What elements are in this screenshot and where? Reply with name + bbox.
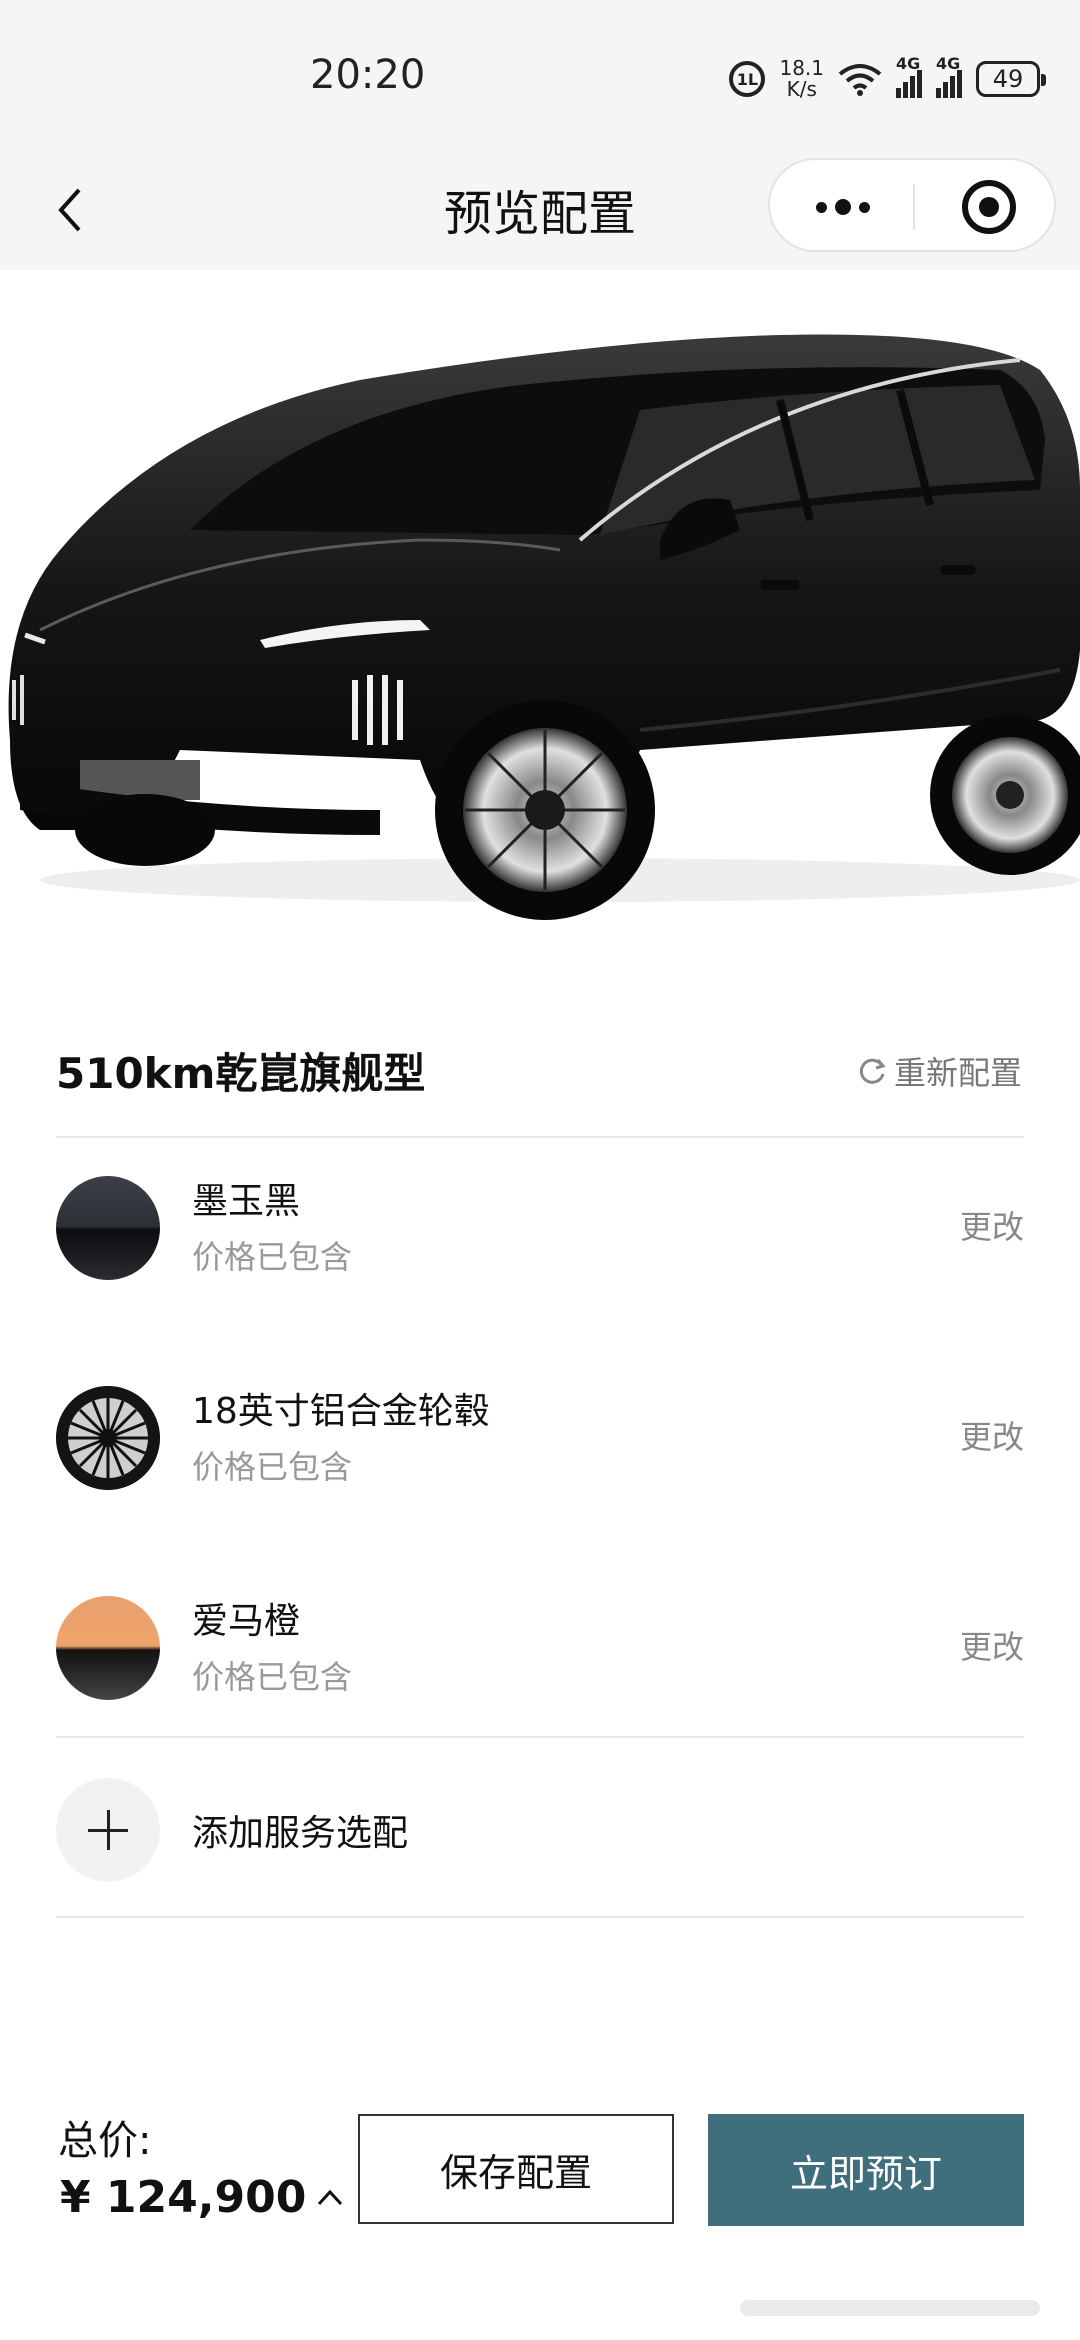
cell-signal-icon: 4G <box>936 54 962 98</box>
option-name: 18英寸铝合金轮毂 <box>192 1391 490 1432</box>
network-speed: 18.1 K/s <box>779 56 824 101</box>
hd-call-icon: 1L <box>729 61 766 97</box>
cell-signal-icon: 4G <box>896 54 922 98</box>
total-price: ¥ 124,900 <box>60 2172 307 2223</box>
more-icon[interactable] <box>808 184 878 230</box>
option-note: 价格已包含 <box>192 1448 353 1486</box>
save-config-button[interactable]: 保存配置 <box>358 2114 674 2224</box>
status-icons: 1L 18.1 K/s 4G 4G 49 <box>729 54 1046 101</box>
wifi-icon <box>838 64 882 96</box>
option-note: 价格已包含 <box>192 1238 353 1276</box>
option-note: 价格已包含 <box>192 1658 353 1696</box>
divider <box>56 1916 1024 1918</box>
chevron-up-icon[interactable] <box>316 2188 344 2208</box>
miniprogram-capsule <box>768 158 1056 252</box>
status-bar: 20:20 1L 18.1 K/s 4G 4G 49 <box>0 0 1080 150</box>
divider <box>56 1736 1024 1738</box>
change-interior-button[interactable]: 更改 <box>960 1622 1024 1668</box>
car-image <box>8 334 1080 920</box>
change-wheel-button[interactable]: 更改 <box>960 1412 1024 1458</box>
total-label: 总价: <box>58 2118 152 2164</box>
option-row-interior: 爱马橙 价格已包含 更改 <box>56 1596 1024 1716</box>
option-row-wheel: 18英寸铝合金轮毂 价格已包含 更改 <box>56 1386 1024 1506</box>
model-title: 510km乾崑旗舰型 <box>56 1049 426 1098</box>
nav-bar: 预览配置 <box>0 150 1080 270</box>
option-name: 墨玉黑 <box>192 1181 301 1222</box>
total-price-toggle[interactable]: ¥ 124,900 <box>60 2172 344 2223</box>
capsule-divider <box>913 184 915 230</box>
add-service-label: 添加服务选配 <box>192 1813 409 1854</box>
color-swatch-black <box>56 1176 160 1280</box>
close-miniprogram-icon[interactable] <box>962 180 1016 234</box>
change-color-button[interactable]: 更改 <box>960 1202 1024 1248</box>
battery-icon: 49 <box>976 61 1046 97</box>
plus-icon[interactable] <box>56 1778 160 1882</box>
wheel-swatch-icon <box>56 1386 160 1490</box>
refresh-icon <box>859 1058 886 1084</box>
interior-swatch-orange <box>56 1596 160 1700</box>
status-time: 20:20 <box>310 52 426 98</box>
order-now-button[interactable]: 立即预订 <box>708 2114 1024 2226</box>
home-indicator[interactable] <box>740 2300 1040 2316</box>
reconfigure-label: 重新配置 <box>893 1054 1022 1092</box>
reconfigure-button[interactable]: 重新配置 <box>858 1048 1022 1094</box>
option-row-color: 墨玉黑 价格已包含 更改 <box>56 1176 1024 1296</box>
add-service-row[interactable]: 添加服务选配 <box>56 1778 1024 1882</box>
option-name: 爱马橙 <box>192 1601 301 1642</box>
divider <box>56 1136 1024 1138</box>
